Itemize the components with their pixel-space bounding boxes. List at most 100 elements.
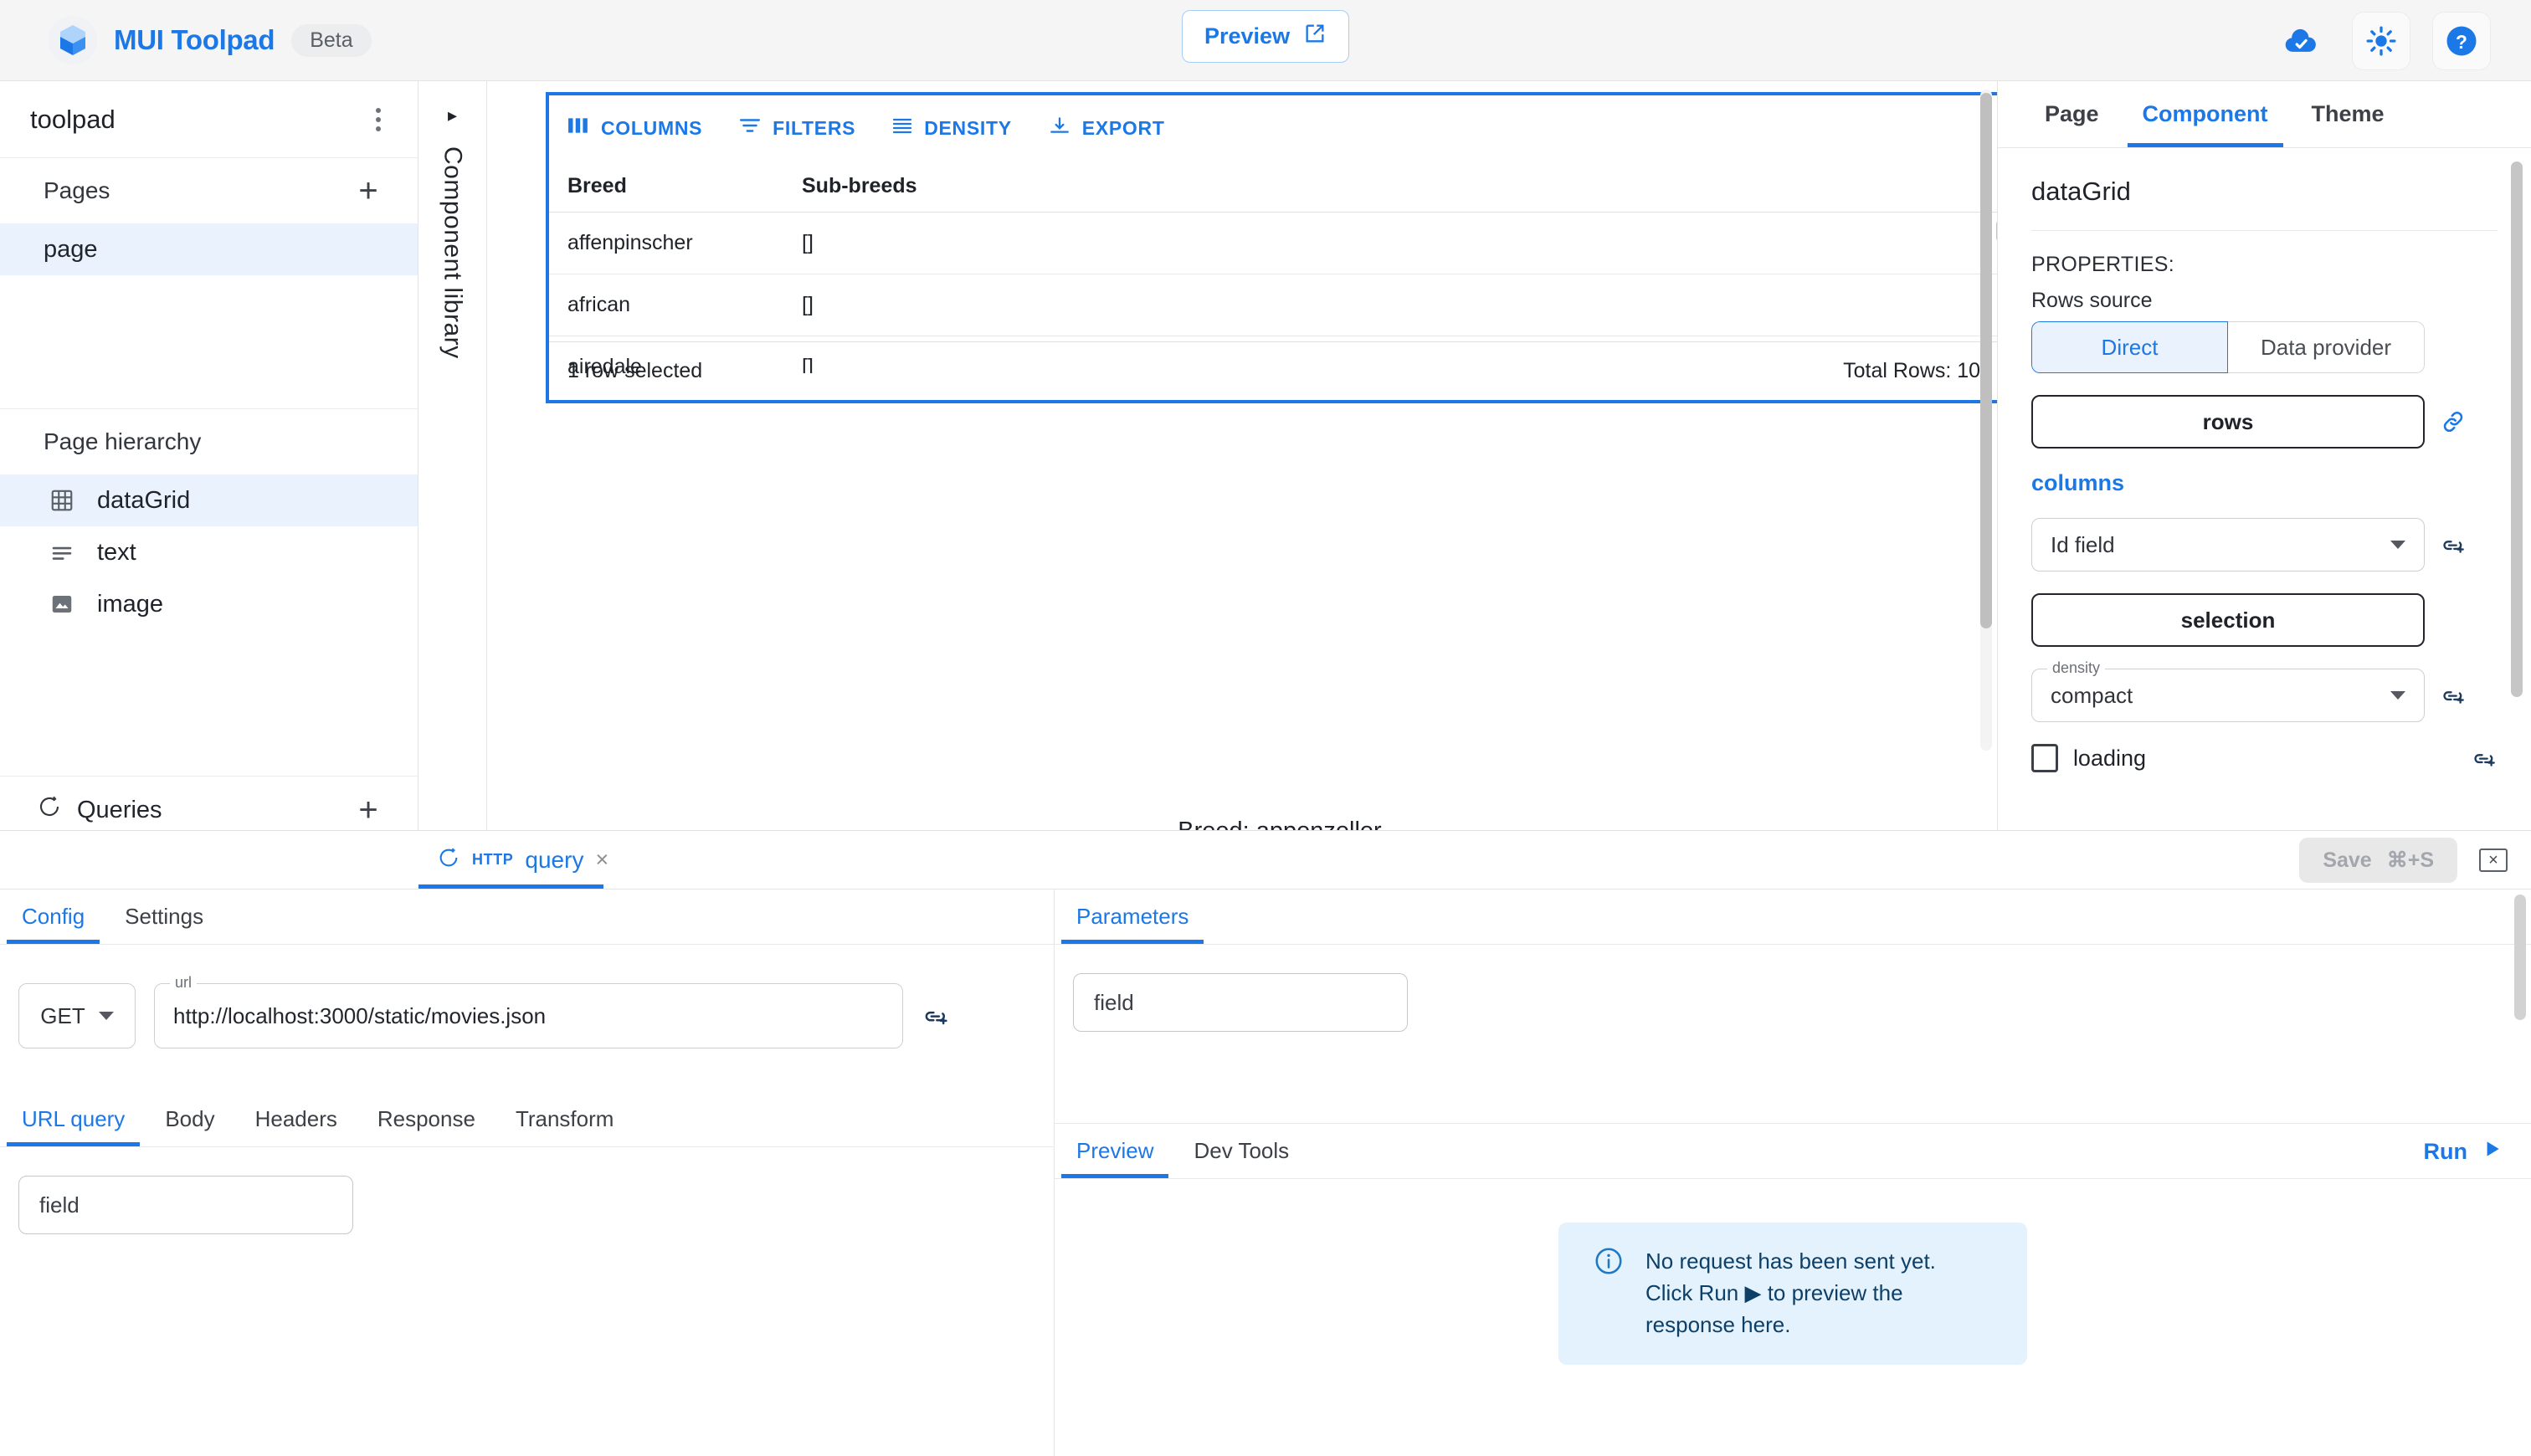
binding-link-icon[interactable] [2440, 408, 2467, 435]
tab-theme[interactable]: Theme [2290, 81, 2406, 147]
binding-link-add-icon[interactable] [2440, 531, 2467, 558]
tab-settings[interactable]: Settings [105, 889, 223, 944]
close-icon[interactable]: × [595, 847, 608, 873]
column-header-subbreeds[interactable]: Sub-breeds [802, 174, 1992, 198]
cell-breed: affenpinscher [567, 231, 802, 255]
tab-config[interactable]: Config [2, 889, 105, 944]
right-panel-scrollbar[interactable] [2511, 161, 2523, 814]
add-page-button[interactable]: + [349, 174, 388, 208]
cell-subbreeds: [] [802, 231, 1992, 255]
export-button[interactable]: EXPORT [1049, 116, 1165, 140]
loading-label: loading [2073, 746, 2146, 772]
tab-dev-tools[interactable]: Dev Tools [1173, 1124, 1309, 1178]
datagrid-component[interactable]: COLUMNS FILTERS [546, 92, 1997, 403]
left-sidebar: toolpad Pages + page Page hierarchy [0, 81, 418, 830]
tab-transform[interactable]: Transform [495, 1092, 634, 1146]
query-circle-icon [437, 846, 460, 874]
query-panel-actions: Save ⌘+S × [2299, 831, 2508, 889]
add-query-button[interactable]: + [349, 793, 388, 827]
rows-property-row: rows [2031, 395, 2498, 449]
columns-link[interactable]: columns [2031, 470, 2498, 496]
divider [2031, 230, 2498, 231]
beta-badge: Beta [291, 24, 371, 57]
hierarchy-label-image: image [97, 591, 163, 618]
hierarchy-item-image[interactable]: image [0, 578, 418, 630]
rows-source-direct-button[interactable]: Direct [2031, 321, 2228, 373]
parameters-section: Parameters field [1055, 889, 2531, 1124]
right-panel-tabs: Page Component Theme [1998, 81, 2531, 148]
tab-component[interactable]: Component [2121, 81, 2290, 147]
close-panel-button[interactable]: × [2479, 848, 2508, 872]
right-panel: Page Component Theme dataGrid PROPERTIES… [1997, 81, 2531, 830]
help-icon[interactable]: ? [2432, 12, 2491, 70]
more-options-icon[interactable] [371, 103, 386, 136]
hierarchy-item-datagrid[interactable]: dataGrid [0, 474, 418, 526]
app-title: MUI Toolpad [114, 24, 275, 56]
density-button[interactable]: DENSITY [892, 116, 1012, 140]
query-parameters-column: Parameters field Preview Dev Tools Run [1055, 889, 2531, 1456]
sidebar-item-page[interactable]: page [0, 223, 418, 275]
loading-checkbox[interactable] [2031, 744, 2058, 772]
datagrid-footer: 1 row selected Total Rows: 106 [549, 341, 1997, 400]
hierarchy-item-text[interactable]: text [0, 526, 418, 578]
binding-link-add-icon[interactable] [2440, 682, 2467, 709]
density-button-label: DENSITY [924, 117, 1012, 140]
save-button[interactable]: Save ⌘+S [2299, 838, 2457, 883]
id-field-select[interactable]: Id field [2031, 518, 2425, 572]
http-method-value: GET [40, 1003, 85, 1029]
save-shortcut-label: ⌘+S [2387, 848, 2434, 873]
preview-section: Preview Dev Tools Run [1055, 1124, 2531, 1456]
project-header: toolpad [0, 81, 418, 158]
run-button[interactable]: Run [2424, 1124, 2503, 1179]
preview-body: No request has been sent yet. Click Run … [1055, 1179, 2531, 1456]
columns-button[interactable]: COLUMNS [567, 116, 702, 140]
pages-section: Pages + page [0, 158, 418, 409]
http-method-select[interactable]: GET [18, 983, 136, 1048]
query-editor-panel: HTTP query × Save ⌘+S × Config Settings [0, 830, 2531, 1456]
preview-button[interactable]: Preview [1182, 10, 1349, 63]
filters-button[interactable]: FILTERS [739, 116, 855, 140]
tab-preview[interactable]: Preview [1056, 1124, 1173, 1178]
url-legend: url [170, 974, 197, 992]
column-header-breed[interactable]: Breed [567, 174, 802, 198]
tab-page[interactable]: Page [2023, 81, 2121, 147]
query-tab[interactable]: HTTP query × [418, 831, 627, 889]
alert-line-1: No request has been sent yet. [1645, 1248, 1936, 1274]
image-icon [47, 589, 77, 619]
binding-link-add-icon[interactable] [922, 1002, 950, 1030]
component-library-rail[interactable]: ▸ Component library [418, 81, 487, 830]
url-input[interactable]: url http://localhost:3000/static/movies.… [154, 983, 903, 1048]
tab-response[interactable]: Response [357, 1092, 495, 1146]
queries-header-left: Queries [37, 794, 162, 826]
rows-selected-status: 1 row selected [567, 359, 702, 383]
total-rows-status: Total Rows: 106 [1843, 359, 1992, 383]
component-name: dataGrid [2031, 177, 2498, 207]
preview-scrollbar[interactable] [2514, 895, 2526, 1020]
binding-link-add-icon[interactable] [2471, 745, 2498, 772]
datagrid-toolbar: COLUMNS FILTERS [549, 95, 1997, 161]
density-select[interactable]: density compact [2031, 669, 2425, 722]
density-legend: density [2047, 659, 2105, 677]
cloud-check-icon[interactable] [2272, 12, 2330, 70]
tab-parameters[interactable]: Parameters [1056, 889, 1209, 944]
tab-url-query[interactable]: URL query [2, 1092, 145, 1146]
cell-subbreeds: [] [802, 293, 1992, 317]
density-icon [892, 116, 912, 140]
tab-body[interactable]: Body [145, 1092, 234, 1146]
table-row[interactable]: affenpinscher [] [549, 213, 1997, 274]
selection-button[interactable]: selection [2031, 593, 2425, 647]
config-tabs: Config Settings [0, 889, 1054, 945]
brightness-icon[interactable] [2352, 12, 2410, 70]
columns-button-label: COLUMNS [601, 117, 702, 140]
parameters-field-input[interactable]: field [1073, 973, 1408, 1032]
canvas-scrollbar[interactable] [1980, 90, 1992, 751]
canvas: COLUMNS FILTERS [487, 81, 1997, 830]
export-button-label: EXPORT [1082, 117, 1165, 140]
tab-headers[interactable]: Headers [235, 1092, 357, 1146]
rows-button[interactable]: rows [2031, 395, 2425, 449]
rows-source-dataprovider-button[interactable]: Data provider [2228, 321, 2425, 373]
table-row[interactable]: african [] [549, 274, 1997, 336]
text-component[interactable]: Breed: appenzeller [546, 818, 1997, 830]
preview-button-label: Preview [1204, 23, 1290, 49]
url-query-field-input[interactable]: field [18, 1176, 353, 1234]
